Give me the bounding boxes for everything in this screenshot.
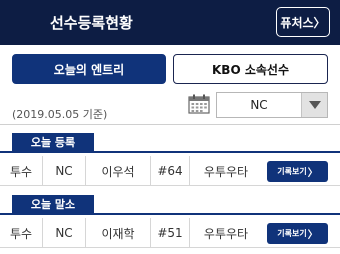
table-row: 투수 NC 이우석 #64 우투우타 기록보기 〉 <box>0 156 340 186</box>
calendar-icon[interactable] <box>188 94 210 114</box>
team-cell: NC <box>55 226 73 240</box>
back-number-cell: #64 <box>157 164 183 178</box>
dropdown-arrow-icon[interactable] <box>301 93 327 117</box>
futures-button[interactable]: 퓨처스 〉 <box>276 7 330 37</box>
player-name-cell: 이재학 <box>101 226 135 241</box>
player-name-cell: 이우석 <box>101 164 135 179</box>
view-record-label: 기록보기 <box>277 167 307 176</box>
chevron-right-icon: 〉 <box>313 15 326 30</box>
app-header: 선수등록현황 퓨처스 〉 <box>0 0 340 45</box>
view-record-button[interactable]: 기록보기 〉 <box>267 223 328 244</box>
section-badge-deregistered: 오늘 말소 <box>12 195 94 213</box>
hand-cell: 우투우타 <box>203 226 249 241</box>
section-line <box>0 151 340 153</box>
tab-label: 오늘의 엔트리 <box>53 62 125 77</box>
hand-cell: 우투우타 <box>203 164 249 179</box>
position-cell: 투수 <box>9 164 33 179</box>
team-cell: NC <box>55 164 73 178</box>
divider <box>0 124 340 125</box>
team-select-value: NC <box>250 98 268 112</box>
back-number-cell: #51 <box>157 226 183 240</box>
position-cell: 투수 <box>9 226 33 241</box>
view-record-label: 기록보기 <box>277 229 307 238</box>
section-badge-registered: 오늘 등록 <box>12 133 94 151</box>
view-record-button[interactable]: 기록보기 〉 <box>267 161 328 182</box>
section-line <box>0 213 340 215</box>
chevron-right-icon: 〉 <box>307 168 318 179</box>
tab-kbo-players[interactable]: KBO 소속선수 <box>173 54 328 84</box>
tab-label: KBO 소속선수 <box>212 62 289 77</box>
reference-date: (2019.05.05 기준) <box>12 108 108 121</box>
table-row: 투수 NC 이재학 #51 우투우타 기록보기 〉 <box>0 218 340 248</box>
futures-label: 퓨처스 <box>280 15 314 30</box>
chevron-right-icon: 〉 <box>307 230 318 241</box>
page-title: 선수등록현황 <box>50 14 133 32</box>
team-select[interactable]: NC <box>216 92 328 118</box>
tab-today-entry[interactable]: 오늘의 엔트리 <box>12 54 166 84</box>
